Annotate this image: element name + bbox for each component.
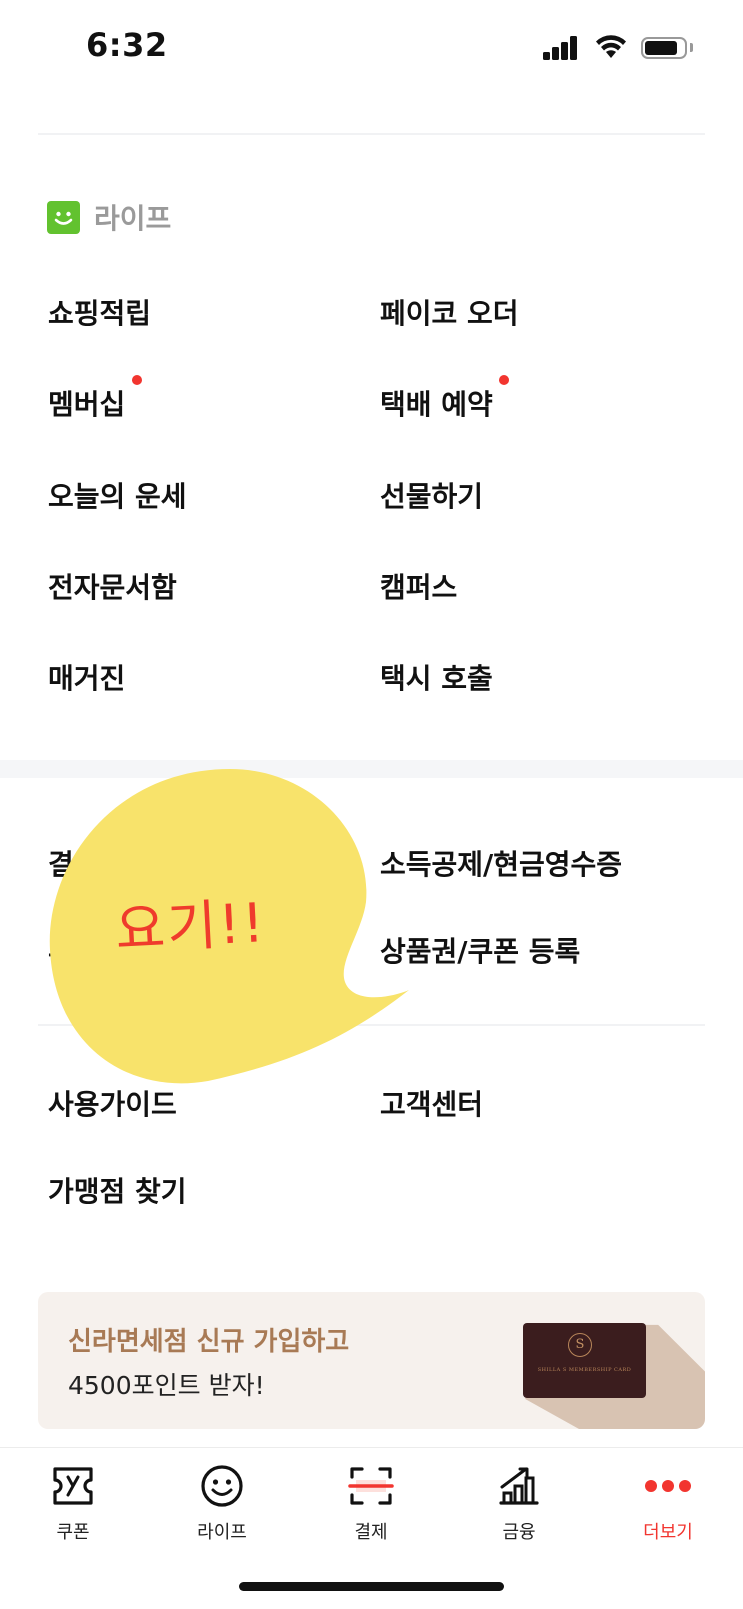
battery-cap (690, 43, 693, 52)
life-section-title: 라이프 (94, 202, 172, 235)
menu-membership[interactable]: 멤버십 (48, 383, 125, 423)
annotation-text: 요기!! (113, 891, 268, 962)
card-label: SHILLA S MEMBERSHIP CARD (537, 1367, 632, 1373)
tab-payment[interactable]: 결제 (311, 1462, 431, 1544)
menu-customer-center[interactable]: 고객센터 (380, 1083, 483, 1123)
menu-magazine[interactable]: 매거진 (48, 657, 125, 697)
tab-more-label: 더보기 (643, 1522, 693, 1543)
menu-e-document[interactable]: 전자문서함 (48, 566, 177, 606)
membership-new-dot (132, 375, 142, 385)
membership-card-image: S SHILLA S MEMBERSHIP CARD (523, 1323, 646, 1398)
cellular-signal-icon (543, 36, 579, 60)
tab-payment-label: 결제 (354, 1522, 388, 1543)
tab-coupon-label: 쿠폰 (56, 1522, 90, 1543)
chart-icon (499, 1467, 539, 1505)
coupon-icon (53, 1467, 93, 1505)
tab-life[interactable]: 라이프 (162, 1462, 282, 1544)
more-dots-icon (645, 1480, 691, 1492)
top-divider (38, 133, 705, 135)
battery-icon (641, 37, 687, 59)
home-indicator (239, 1582, 504, 1591)
menu-shopping-reward[interactable]: 쇼핑적립 (48, 292, 151, 332)
tab-life-label: 라이프 (197, 1522, 247, 1543)
parcel-new-dot (499, 375, 509, 385)
menu-fortune[interactable]: 오늘의 운세 (48, 475, 187, 515)
menu-store-finder[interactable]: 가맹점 찾기 (48, 1170, 187, 1210)
menu-parcel-booking[interactable]: 택배 예약 (380, 383, 493, 423)
menu-gift[interactable]: 선물하기 (380, 475, 483, 515)
menu-user-guide[interactable]: 사용가이드 (48, 1083, 177, 1123)
life-smile-icon (47, 201, 80, 234)
wifi-icon (596, 35, 626, 58)
tab-finance[interactable]: 금융 (459, 1462, 579, 1544)
menu-taxi-call[interactable]: 택시 호출 (380, 657, 493, 697)
status-time: 6:32 (86, 26, 168, 64)
scan-icon (348, 1467, 394, 1505)
tab-coupon[interactable]: 쿠폰 (13, 1462, 133, 1544)
menu-campus[interactable]: 캠퍼스 (380, 566, 457, 606)
promo-banner[interactable]: 신라면세점 신규 가입하고 4500포인트 받자! S SHILLA S MEM… (38, 1292, 705, 1429)
smile-icon (201, 1465, 243, 1507)
banner-subtitle: 4500포인트 받자! (68, 1371, 265, 1400)
tab-more[interactable]: 더보기 (608, 1462, 728, 1544)
menu-payco-order[interactable]: 페이코 오더 (380, 292, 519, 332)
banner-title: 신라면세점 신규 가입하고 (68, 1327, 350, 1357)
tab-finance-label: 금융 (502, 1522, 536, 1543)
card-emblem-icon: S (568, 1333, 592, 1357)
